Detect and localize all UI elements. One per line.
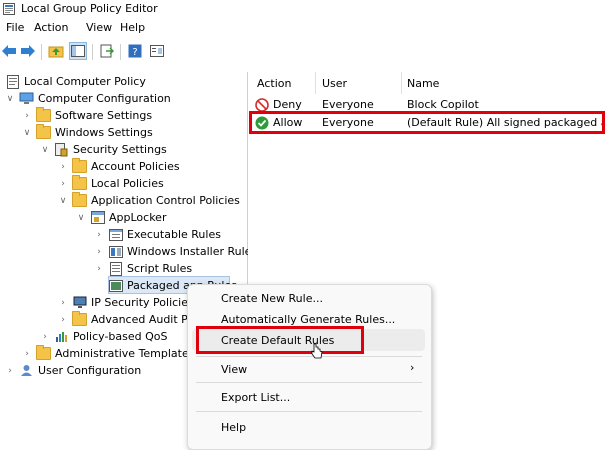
menu-bar: File Action View Help (0, 19, 605, 38)
chevron-right-icon[interactable]: › (58, 179, 68, 189)
applocker-icon (90, 211, 105, 225)
chevron-down-icon[interactable]: ∨ (40, 145, 50, 155)
chevron-right-icon[interactable]: › (58, 315, 68, 325)
chevron-right-icon[interactable]: › (94, 264, 104, 274)
back-arrow-icon[interactable] (0, 42, 18, 60)
highlight-box-allow-row (249, 111, 605, 134)
tree-item-windows-installer-rules[interactable]: › Windows Installer Rules (94, 243, 257, 260)
tree-item-local-policies[interactable]: › Local Policies (58, 175, 164, 192)
chevron-right-icon[interactable]: › (58, 298, 68, 308)
tree-item-security-settings[interactable]: ∨ Security Settings (40, 141, 167, 158)
window-title: Local Group Policy Editor (21, 2, 158, 15)
column-header-name[interactable]: Name (407, 72, 439, 94)
mouse-pointer-icon (311, 343, 323, 359)
folder-icon (36, 107, 51, 123)
svg-text:?: ? (132, 47, 137, 58)
chevron-right-icon[interactable]: › (94, 230, 104, 240)
menu-file[interactable]: File (6, 21, 24, 34)
chevron-right-icon[interactable]: › (94, 247, 104, 257)
column-header-user[interactable]: User (322, 72, 347, 94)
tree-item-local-computer-policy[interactable]: Local Computer Policy (5, 73, 146, 90)
tree-item-administrative-templates[interactable]: › Administrative Templates (22, 345, 195, 362)
installer-rules-icon (108, 245, 123, 259)
tree-item-user-configuration[interactable]: › User Configuration (5, 362, 141, 379)
chevron-right-icon[interactable]: › (40, 332, 50, 342)
folder-lock-icon (72, 175, 87, 191)
folder-icon (72, 311, 87, 327)
ip-security-icon (72, 296, 87, 310)
chevron-right-icon[interactable] (94, 281, 104, 291)
menu-item-export-list[interactable]: Export List... (221, 388, 290, 406)
chevron-right-icon: › (410, 361, 415, 374)
menu-item-create-new-rule[interactable]: Create New Rule... (221, 289, 323, 307)
menu-action[interactable]: Action (34, 21, 68, 34)
chevron-right-icon[interactable]: › (58, 162, 68, 172)
folder-icon (36, 124, 51, 140)
chevron-down-icon[interactable]: ∨ (5, 94, 15, 104)
app-icon (3, 3, 15, 15)
deny-icon (255, 97, 269, 112)
chevron-right-icon[interactable]: › (22, 349, 32, 359)
context-menu: Create New Rule... Automatically Generat… (187, 284, 432, 450)
policy-document-icon (5, 74, 20, 89)
qos-chart-icon (54, 330, 69, 344)
menu-item-help[interactable]: Help (221, 418, 246, 436)
export-list-icon[interactable] (98, 42, 116, 60)
computer-icon (19, 92, 34, 106)
packaged-app-rules-icon (108, 279, 123, 293)
menu-view[interactable]: View (86, 21, 112, 34)
chevron-down-icon[interactable]: ∨ (76, 213, 86, 223)
security-settings-icon (54, 142, 69, 157)
chevron-down-icon[interactable]: ∨ (22, 128, 32, 138)
show-hide-tree-icon[interactable] (69, 42, 87, 60)
chevron-right-icon[interactable]: › (22, 111, 32, 121)
chevron-down-icon[interactable]: ∨ (58, 196, 68, 206)
tree-item-application-control-policies[interactable]: ∨ Application Control Policies (58, 192, 240, 209)
properties-icon[interactable] (148, 42, 166, 60)
script-rules-icon (108, 261, 123, 276)
highlight-box-create-default-rules (196, 326, 364, 354)
tree-item-executable-rules[interactable]: › Executable Rules (94, 226, 221, 243)
folder-icon (72, 192, 87, 208)
menu-help[interactable]: Help (120, 21, 145, 34)
title-bar: Local Group Policy Editor (0, 0, 605, 19)
up-folder-icon[interactable] (47, 42, 65, 60)
tree-item-advanced-audit-policy[interactable]: › Advanced Audit Po (58, 311, 194, 328)
help-icon[interactable]: ? (126, 42, 144, 60)
column-header-action[interactable]: Action (257, 72, 291, 94)
forward-arrow-icon[interactable] (19, 42, 37, 60)
tree-item-ip-security-policies[interactable]: › IP Security Policies (58, 294, 194, 311)
tree-item-windows-settings[interactable]: ∨ Windows Settings (22, 124, 153, 141)
tree-item-account-policies[interactable]: › Account Policies (58, 158, 180, 175)
tree-item-applocker[interactable]: ∨ AppLocker (76, 209, 166, 226)
folder-lock-icon (72, 158, 87, 174)
tree-item-computer-configuration[interactable]: ∨ Computer Configuration (5, 90, 171, 107)
rules-icon (108, 228, 123, 242)
chevron-right-icon[interactable]: › (5, 366, 15, 376)
toolbar: ? (0, 38, 605, 66)
tree-item-software-settings[interactable]: › Software Settings (22, 107, 152, 124)
menu-item-view[interactable]: View (221, 360, 247, 378)
user-icon (19, 364, 34, 378)
tree-item-script-rules[interactable]: › Script Rules (94, 260, 192, 277)
tree-item-policy-based-qos[interactable]: › Policy-based QoS (40, 328, 167, 345)
folder-icon (36, 345, 51, 361)
